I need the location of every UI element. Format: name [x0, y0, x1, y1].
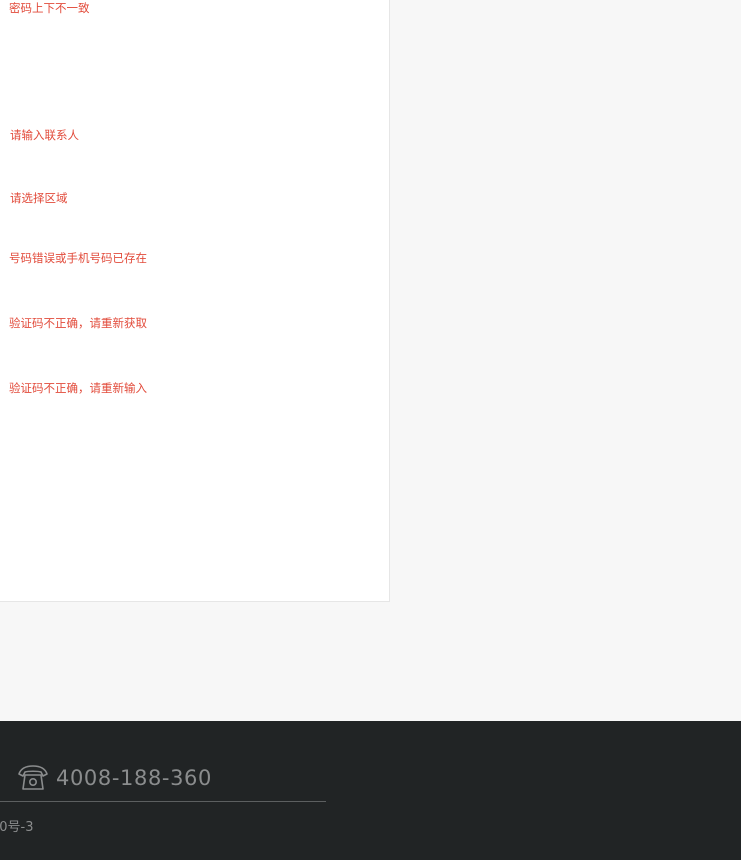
contact-required-error: 请输入联系人	[10, 128, 79, 142]
password-mismatch-error: 密码上下不一致	[9, 1, 90, 15]
hotline-number: 4008-188-360	[56, 766, 212, 790]
region-required-error: 请选择区域	[10, 191, 68, 205]
footer-divider	[0, 801, 326, 802]
verification-code-reacquire-error: 验证码不正确，请重新获取	[9, 316, 147, 330]
verification-code-reenter-error: 验证码不正确，请重新输入	[9, 381, 147, 395]
registration-form-panel: 密码上下不一致 请输入联系人 请选择区域 号码错误或手机号码已存在 验证码不正确…	[0, 0, 390, 602]
hotline: 4008-188-360	[17, 763, 212, 793]
company-address: 70号-3	[0, 820, 34, 835]
telephone-icon	[18, 765, 48, 790]
page-footer: 4008-188-360 70号-3	[0, 721, 741, 860]
phone-invalid-error: 号码错误或手机号码已存在	[9, 251, 147, 265]
